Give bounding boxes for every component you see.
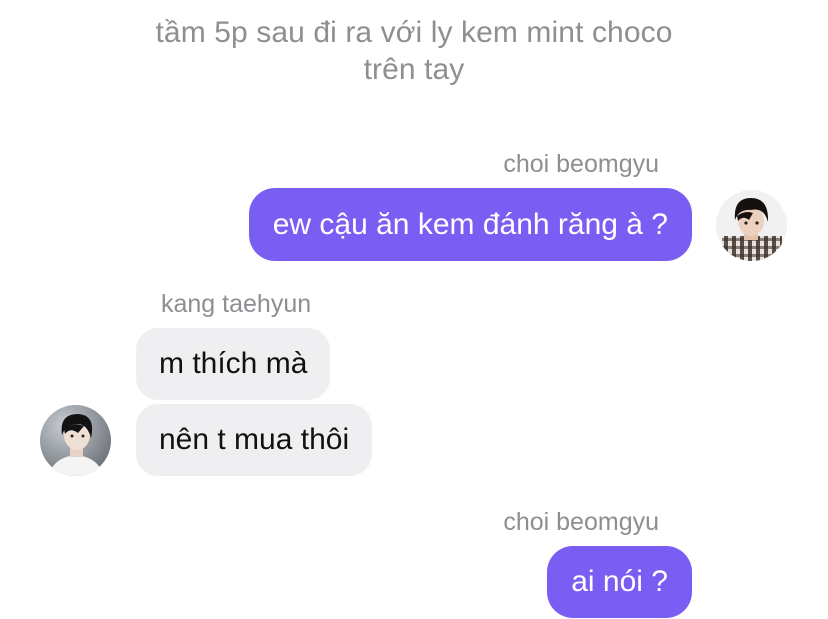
message-bubble-outgoing[interactable]: ew cậu ăn kem đánh răng à ? [248, 188, 692, 261]
message-bubble-outgoing[interactable]: ai nói ? [547, 546, 692, 618]
message-bubble-incoming[interactable]: m thích mà [136, 328, 331, 400]
narration-line-1: tầm 5p sau đi ra với ly kem mint choco [155, 16, 673, 49]
sender-name-beomgyu: choi beomgyu [503, 508, 659, 536]
sender-name-taehyun: kang taehyun [161, 290, 312, 318]
avatar-taehyun-image [40, 405, 111, 476]
avatar-beomgyu[interactable] [716, 190, 787, 261]
sender-name-beomgyu: choi beomgyu [503, 150, 659, 178]
narration-text: tầm 5p sau đi ra với ly kem mint choco t… [0, 14, 828, 88]
avatar-beomgyu-image [716, 190, 787, 261]
message-bubble-incoming[interactable]: nên t mua thôi [136, 404, 373, 476]
avatar-taehyun[interactable] [40, 405, 111, 476]
narration-line-2: trên tay [363, 53, 465, 86]
